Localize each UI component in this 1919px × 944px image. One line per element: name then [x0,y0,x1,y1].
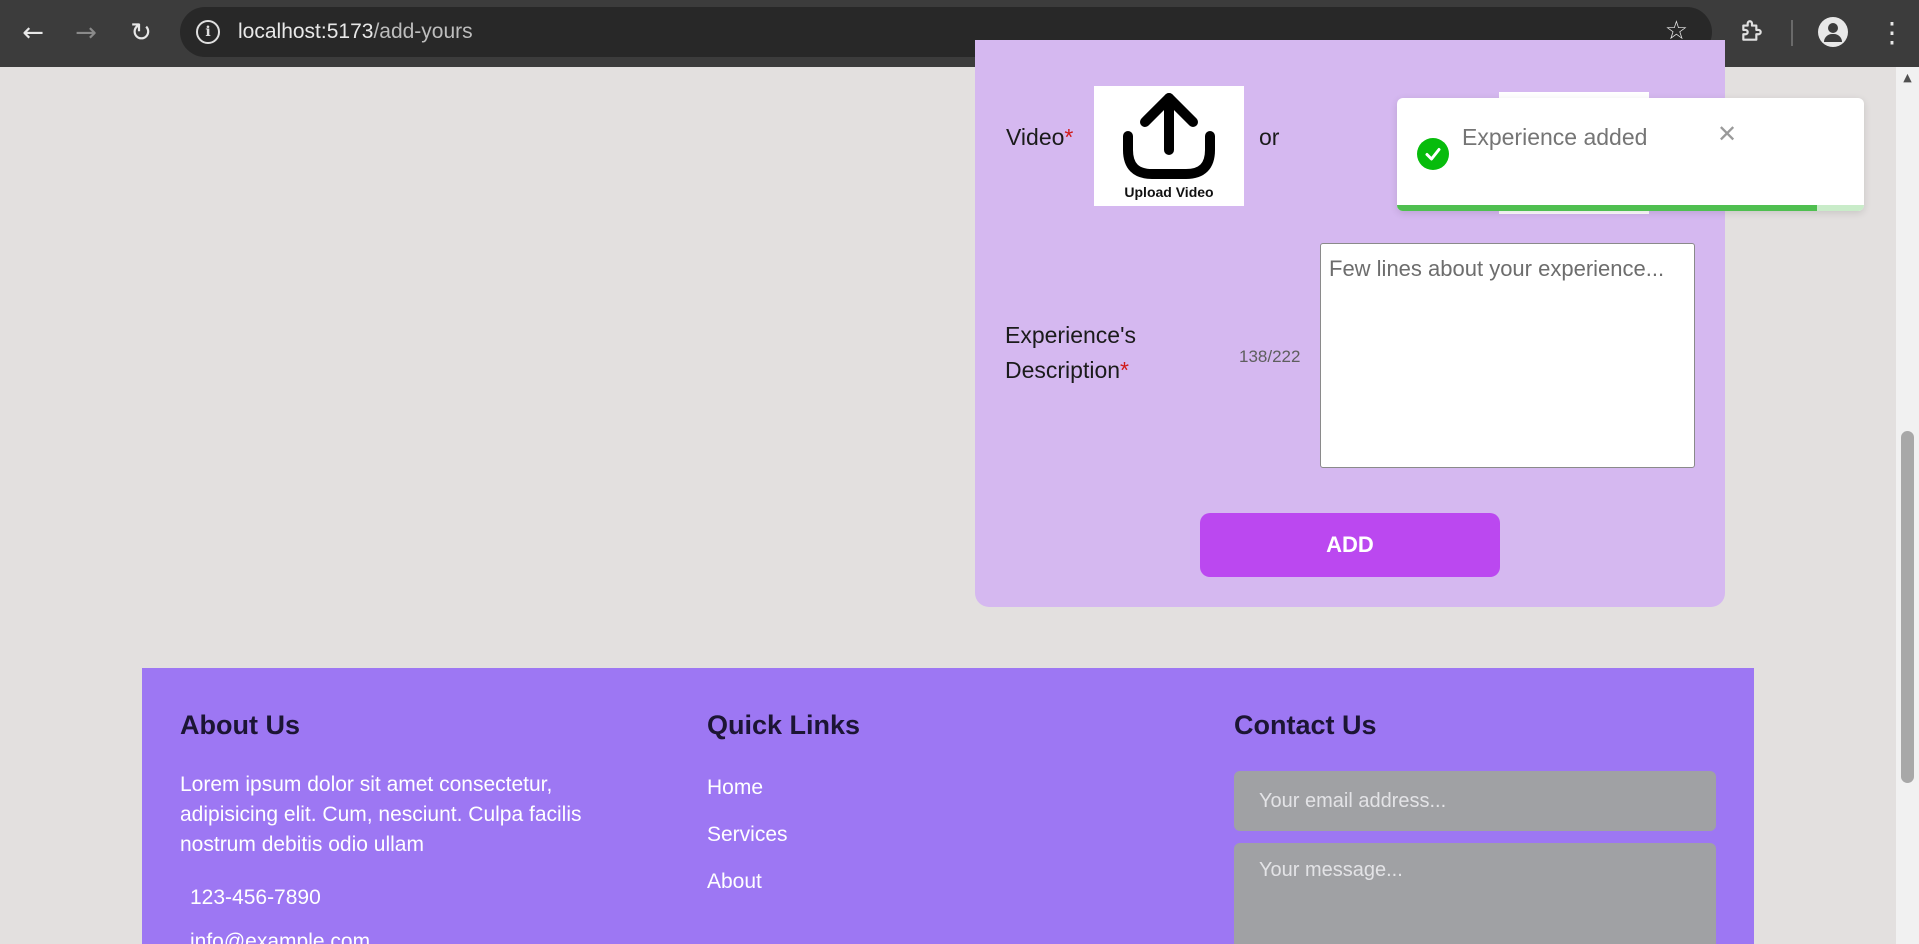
site-footer: About Us Lorem ipsum dolor sit amet cons… [142,668,1754,944]
description-textarea[interactable]: Few lines about your experience... [1320,243,1695,468]
video-label-text: Video [1006,124,1065,150]
phone-number: 123-456-7890 [190,886,321,909]
check-icon [1417,138,1449,170]
close-icon[interactable]: ✕ [1717,120,1737,148]
footer-email-input[interactable]: Your email address... [1234,771,1716,831]
email-address[interactable]: info@example.com [190,930,370,944]
description-label: Experience's Description* [1005,318,1136,388]
url-text[interactable]: localhost:5173/add-yours [238,20,473,44]
info-icon[interactable]: i [196,20,220,44]
message-placeholder: Your message... [1259,859,1403,881]
scroll-up-arrow-icon[interactable]: ▲ [1896,71,1919,84]
scroll-thumb[interactable] [1901,431,1914,783]
footer-link-services[interactable]: Services [707,823,788,847]
page-scrollbar[interactable]: ▲ [1896,67,1919,944]
required-mark: * [1120,357,1129,383]
forward-arrow-icon[interactable]: → [67,14,105,52]
quick-links-heading: Quick Links [707,710,861,740]
or-text: or [1259,124,1280,150]
upload-caption: Upload Video [1124,184,1214,200]
description-label-line1: Experience's [1005,322,1136,348]
footer-link-about[interactable]: About [707,870,762,894]
email-placeholder: Your email address... [1259,790,1447,812]
profile-icon[interactable] [1818,17,1848,47]
url-path: /add-yours [373,20,473,43]
description-label-line2: Description [1005,357,1121,383]
about-heading: About Us [180,710,300,740]
reload-icon[interactable]: ↻ [122,14,160,52]
success-toast[interactable]: Experience added ✕ [1397,98,1864,211]
footer-link-home[interactable]: Home [707,776,763,800]
toast-progress-track [1397,205,1864,211]
description-placeholder: Few lines about your experience... [1329,256,1665,281]
toast-message: Experience added [1462,124,1648,150]
upload-icon [1123,93,1215,179]
upload-video-button[interactable]: Upload Video [1094,86,1244,206]
url-host: localhost:5173 [238,20,374,43]
char-counter: 138/222 [1239,347,1301,366]
toolbar-separator [1791,20,1793,46]
about-text: Lorem ipsum dolor sit amet consectetur, … [180,773,582,856]
contact-heading: Contact Us [1234,710,1377,740]
menu-icon[interactable]: ⋮ [1878,14,1906,52]
extensions-icon[interactable] [1737,16,1767,46]
back-arrow-icon[interactable]: ← [14,14,52,52]
required-mark: * [1064,124,1074,150]
add-button[interactable]: ADD [1200,513,1500,577]
toast-progress-bar [1397,205,1818,211]
footer-message-input[interactable]: Your message... [1234,843,1716,944]
video-label: Video* [1006,124,1073,151]
